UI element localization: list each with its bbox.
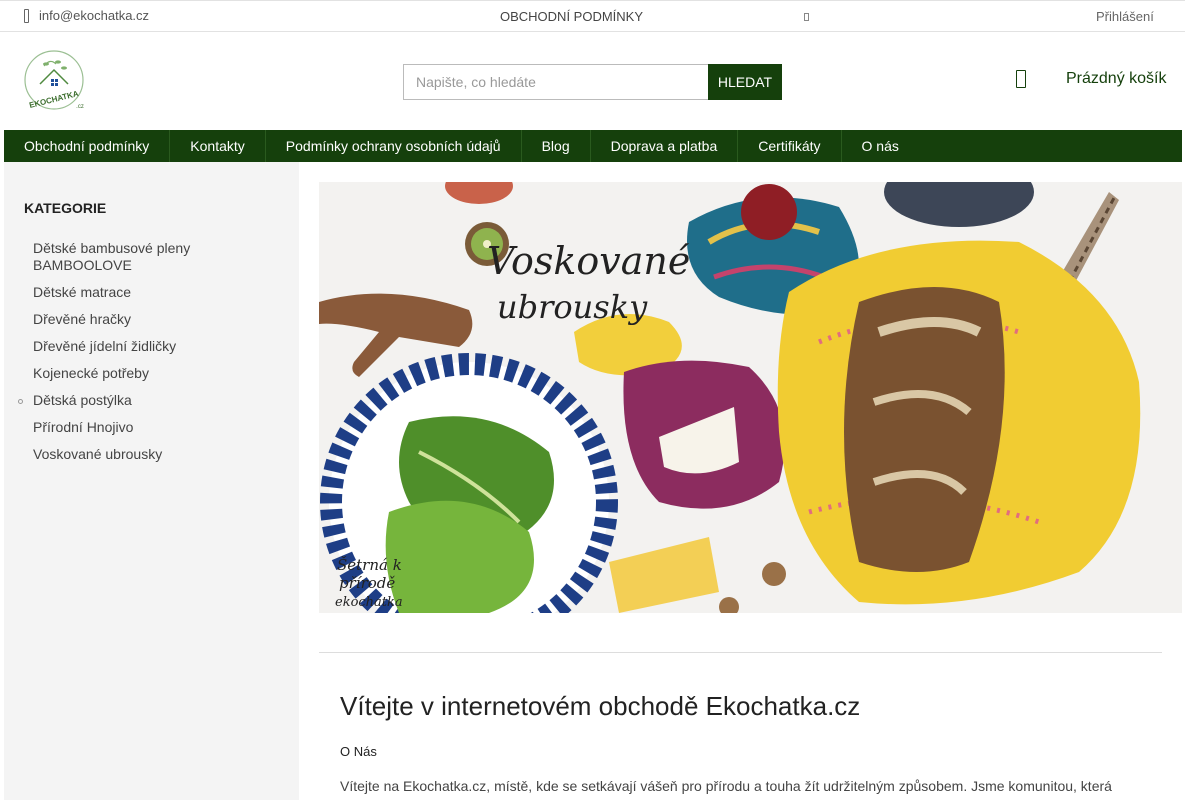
cart[interactable]: Prázdný košík xyxy=(1012,70,1166,88)
page: info@ekochatka.cz OBCHODNÍ PODMÍNKY Přih… xyxy=(0,0,1200,800)
welcome-title: Vítejte v internetovém obchodě Ekochatka… xyxy=(340,691,861,721)
nav-item-about[interactable]: O nás xyxy=(842,130,919,162)
banner-tag-line2: přírodě xyxy=(339,574,395,592)
category-item[interactable]: Dětská postýlka xyxy=(18,392,273,409)
category-item[interactable]: Přírodní Hnojivo xyxy=(33,419,273,436)
nav-item-terms[interactable]: Obchodní podmínky xyxy=(4,130,171,162)
search-input[interactable] xyxy=(403,64,708,100)
hero-banner[interactable]: Voskované ubrousky Šetrná k přírodě ekoc… xyxy=(319,182,1182,613)
phone-icon xyxy=(24,8,29,23)
dropdown-icon[interactable] xyxy=(804,13,809,21)
header: EKOCHATKA .cz HLEDAT Prázdný košík xyxy=(0,32,1185,130)
top-bar: info@ekochatka.cz OBCHODNÍ PODMÍNKY Přih… xyxy=(0,0,1185,32)
banner-tag-line3: ekochatka xyxy=(335,595,403,610)
category-item[interactable]: Dětské matrace xyxy=(33,284,273,301)
welcome-section: Vítejte v internetovém obchodě Ekochatka… xyxy=(319,652,1162,800)
banner-tag-line1: Šetrná k xyxy=(337,556,402,574)
category-item[interactable]: Voskované ubrousky xyxy=(33,446,273,463)
logo[interactable]: EKOCHATKA .cz xyxy=(24,50,86,112)
terms-link[interactable]: OBCHODNÍ PODMÍNKY xyxy=(500,9,643,24)
main-navigation: Obchodní podmínky Kontakty Podmínky ochr… xyxy=(4,130,1182,162)
banner-title-line1: Voskované xyxy=(487,239,690,283)
search-form: HLEDAT xyxy=(403,64,782,100)
logo-suffix: .cz xyxy=(76,104,84,110)
contact-email[interactable]: info@ekochatka.cz xyxy=(24,8,149,23)
welcome-text: Vítejte na Ekochatka.cz, místě, kde se s… xyxy=(340,778,1112,794)
category-item[interactable]: Dětské bambusové pleny BAMBOOLOVE xyxy=(33,240,273,274)
category-item[interactable]: Dřevěné jídelní židličky xyxy=(33,338,273,355)
email-text[interactable]: info@ekochatka.cz xyxy=(39,8,149,23)
login-link[interactable]: Přihlášení xyxy=(1096,9,1154,24)
search-button[interactable]: HLEDAT xyxy=(708,64,782,100)
category-list: Dětské bambusové pleny BAMBOOLOVE Dětské… xyxy=(18,240,273,473)
about-subtitle: O Nás xyxy=(340,744,377,759)
cart-label[interactable]: Prázdný košík xyxy=(1066,70,1166,88)
nav-item-privacy[interactable]: Podmínky ochrany osobních údajů xyxy=(266,130,522,162)
nav-item-blog[interactable]: Blog xyxy=(522,130,591,162)
nav-item-contacts[interactable]: Kontakty xyxy=(170,130,266,162)
nav-item-shipping[interactable]: Doprava a platba xyxy=(591,130,739,162)
category-item[interactable]: Dřevěné hračky xyxy=(33,311,273,328)
category-sidebar: KATEGORIE Dětské bambusové pleny BAMBOOL… xyxy=(4,162,299,800)
category-item[interactable]: Kojenecké potřeby xyxy=(33,365,273,382)
shopping-bag-icon xyxy=(1016,70,1026,88)
categories-heading: KATEGORIE xyxy=(24,200,107,216)
nav-item-certificates[interactable]: Certifikáty xyxy=(738,130,842,162)
banner-title-line2: ubrousky xyxy=(497,288,648,326)
